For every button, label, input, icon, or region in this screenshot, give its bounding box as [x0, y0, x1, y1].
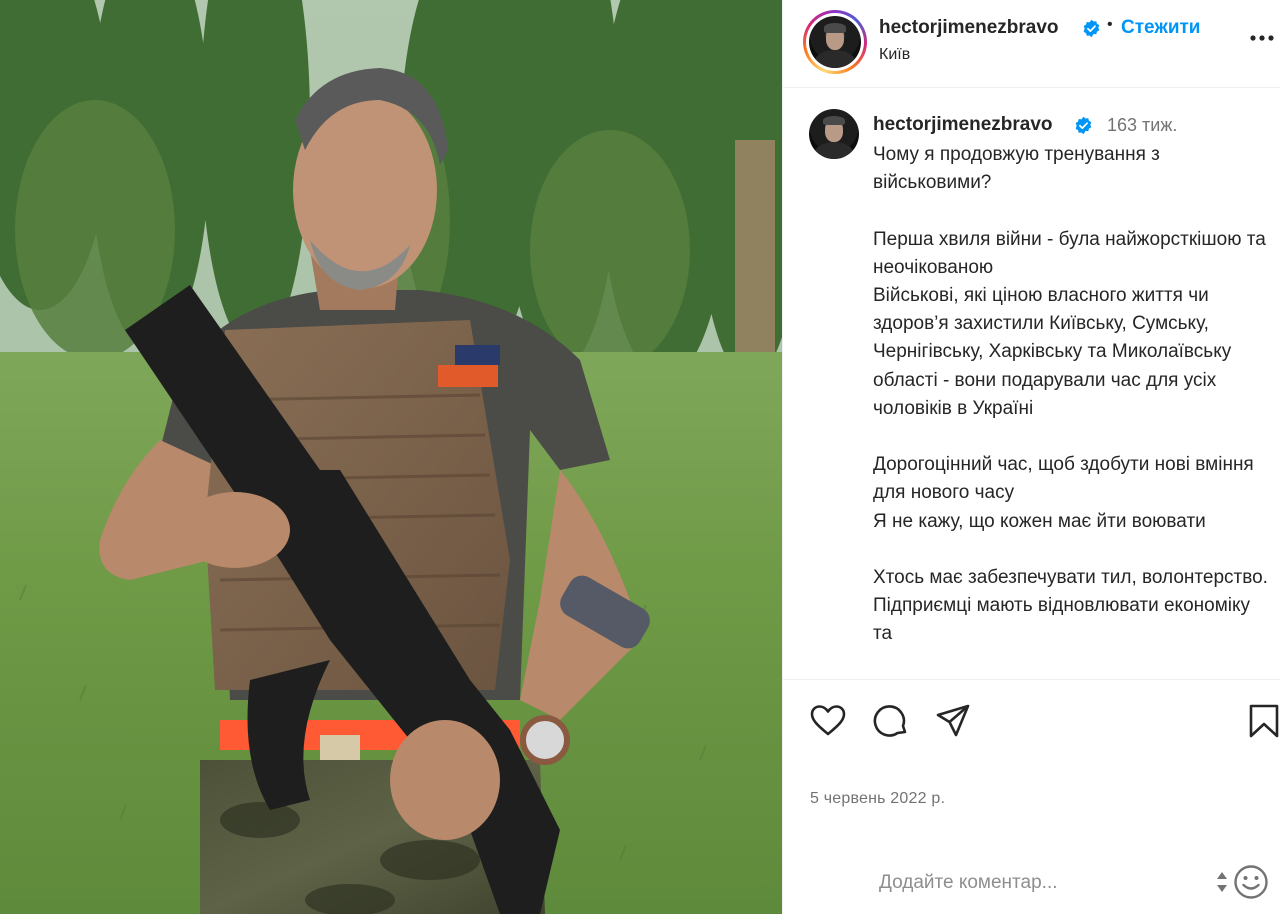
heart-icon[interactable] [809, 702, 847, 740]
post-location[interactable]: Київ [879, 46, 910, 64]
caption-time-ago[interactable]: 163 тиж. [1107, 115, 1177, 136]
post-date: 5 червень 2022 р. [810, 790, 946, 807]
comment-icon[interactable] [872, 702, 910, 740]
post-photo [0, 0, 782, 914]
bookmark-icon[interactable] [1245, 702, 1280, 740]
follow-button[interactable]: Стежити [1121, 17, 1200, 39]
caption-avatar[interactable] [809, 109, 859, 159]
post-photo-illustration [0, 0, 782, 914]
caption-username[interactable]: hectorjimenezbravo [873, 114, 1053, 136]
post-panel: hectorjimenezbravo • Стежити Київ hector… [782, 0, 1280, 914]
caption-text: Чому я продовжую тренування з військовим… [873, 144, 1268, 645]
post-header: hectorjimenezbravo • Стежити Київ [783, 0, 1280, 88]
profile-avatar[interactable] [809, 16, 861, 68]
comment-bar [783, 851, 1280, 914]
verified-badge-icon [1075, 116, 1092, 135]
emoji-icon[interactable] [1233, 864, 1269, 900]
more-options-icon[interactable] [1249, 28, 1275, 48]
comment-input[interactable] [879, 865, 1209, 901]
header-separator: • [1107, 16, 1113, 33]
header-username[interactable]: hectorjimenezbravo [879, 17, 1059, 39]
post-actions: 5 червень 2022 р. [783, 679, 1280, 869]
caption-section: hectorjimenezbravo 163 тиж. Чому я продо… [783, 89, 1280, 679]
scroll-stepper-icon[interactable] [1215, 868, 1229, 896]
share-icon[interactable] [934, 702, 972, 740]
verified-badge-icon [1083, 19, 1100, 38]
